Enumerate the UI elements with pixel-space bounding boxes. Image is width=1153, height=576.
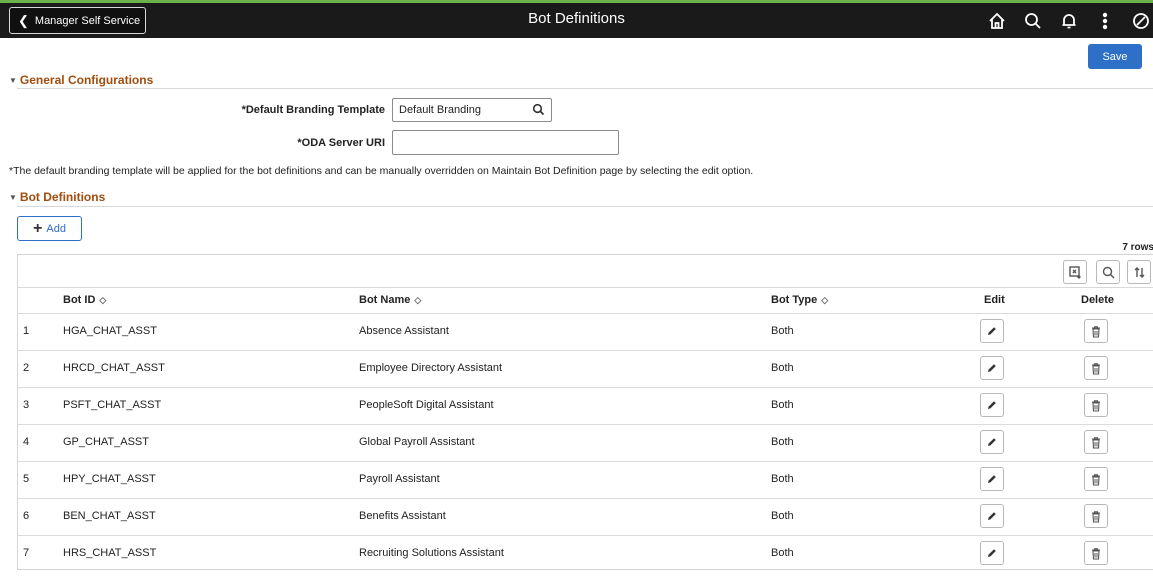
bot-id-cell: HPY_CHAT_ASST (63, 473, 156, 485)
column-header-bot-type[interactable]: Bot Type ◇ (771, 294, 828, 306)
edit-pencil-icon[interactable] (980, 356, 1004, 380)
row-number: 2 (23, 362, 30, 374)
oda-server-uri-input[interactable] (392, 130, 619, 155)
bot-id-cell: HRCD_CHAT_ASST (63, 362, 165, 374)
header-divider (17, 287, 1153, 288)
table-row: 6 BEN_CHAT_ASST Benefits Assistant Both (17, 498, 1153, 534)
column-label: Bot ID (63, 294, 96, 306)
column-header-bot-id[interactable]: Bot ID ◇ (63, 294, 106, 306)
edit-pencil-icon[interactable] (980, 467, 1004, 491)
delete-trash-icon[interactable] (1084, 467, 1108, 491)
lookup-search-icon[interactable] (532, 103, 545, 119)
branding-note: *The default branding template will be a… (9, 165, 754, 177)
edit-pencil-icon[interactable] (980, 541, 1004, 565)
collapse-triangle-icon: ▼ (9, 192, 17, 202)
oda-server-uri-label: *ODA Server URI (297, 137, 385, 149)
bot-definitions-header[interactable]: ▼ Bot Definitions (9, 190, 105, 204)
branding-template-label: *Default Branding Template (241, 104, 385, 116)
bot-id-cell: HGA_CHAT_ASST (63, 325, 157, 337)
table-row: 5 HPY_CHAT_ASST Payroll Assistant Both (17, 461, 1153, 497)
bot-type-cell: Both (771, 473, 794, 485)
delete-trash-icon[interactable] (1084, 541, 1108, 565)
branding-template-input[interactable]: Default Branding (392, 98, 552, 122)
delete-trash-icon[interactable] (1084, 319, 1108, 343)
download-excel-icon[interactable] (1063, 260, 1087, 284)
delete-trash-icon[interactable] (1084, 430, 1108, 454)
bot-name-cell: Benefits Assistant (359, 510, 446, 522)
row-count: 7 rows (1122, 242, 1153, 253)
sort-icon[interactable] (1127, 260, 1151, 284)
bot-name-cell: Employee Directory Assistant (359, 362, 503, 374)
bot-type-cell: Both (771, 547, 794, 559)
sort-diamond-icon[interactable]: ◇ (414, 295, 421, 306)
section-divider (17, 206, 1153, 207)
edit-pencil-icon[interactable] (980, 504, 1004, 528)
add-button-label: Add (46, 222, 66, 235)
top-banner: ❮ Manager Self Service Bot Definitions (0, 0, 1153, 38)
bot-name-cell: Recruiting Solutions Assistant (359, 547, 504, 559)
edit-pencil-icon[interactable] (980, 319, 1004, 343)
grid-search-icon[interactable] (1096, 260, 1120, 284)
branding-template-value: Default Branding (399, 104, 481, 116)
bot-type-cell: Both (771, 325, 794, 337)
row-number: 6 (23, 510, 30, 522)
general-configurations-header[interactable]: ▼ General Configurations (9, 73, 153, 87)
row-number: 4 (23, 436, 30, 448)
table-row: 4 GP_CHAT_ASST Global Payroll Assistant … (17, 424, 1153, 460)
sort-diamond-icon[interactable]: ◇ (821, 295, 828, 306)
bot-name-cell: Global Payroll Assistant (359, 436, 475, 448)
bot-type-cell: Both (771, 510, 794, 522)
bot-id-cell: GP_CHAT_ASST (63, 436, 149, 448)
row-number: 5 (23, 473, 30, 485)
home-icon[interactable] (979, 7, 1015, 35)
bot-type-cell: Both (771, 399, 794, 411)
edit-pencil-icon[interactable] (980, 393, 1004, 417)
navbar-icon[interactable] (1123, 7, 1153, 35)
section-title: Bot Definitions (19, 190, 106, 204)
column-label: Bot Name (359, 294, 411, 306)
collapse-triangle-icon: ▼ (9, 75, 17, 85)
bot-type-cell: Both (771, 362, 794, 374)
bot-name-cell: PeopleSoft Digital Assistant (359, 399, 494, 411)
actions-menu-icon[interactable] (1087, 7, 1123, 35)
save-button[interactable]: Save (1088, 44, 1142, 69)
column-header-edit: Edit (984, 294, 1005, 306)
bot-id-cell: BEN_CHAT_ASST (63, 510, 156, 522)
row-number: 3 (23, 399, 30, 411)
bot-id-cell: PSFT_CHAT_ASST (63, 399, 162, 411)
plus-icon: + (33, 219, 43, 237)
table-row: 1 HGA_CHAT_ASST Absence Assistant Both (17, 313, 1153, 349)
section-title: General Configurations (19, 73, 154, 87)
bot-name-cell: Absence Assistant (359, 325, 449, 337)
section-divider (17, 88, 1153, 89)
column-header-delete: Delete (1081, 294, 1115, 306)
edit-pencil-icon[interactable] (980, 430, 1004, 454)
notification-bell-icon[interactable] (1051, 7, 1087, 35)
delete-trash-icon[interactable] (1084, 504, 1108, 528)
bot-name-cell: Payroll Assistant (359, 473, 440, 485)
row-number: 1 (23, 325, 30, 337)
add-button[interactable]: + Add (17, 216, 82, 241)
table-row: 2 HRCD_CHAT_ASST Employee Directory Assi… (17, 350, 1153, 386)
search-icon[interactable] (1015, 7, 1051, 35)
delete-trash-icon[interactable] (1084, 393, 1108, 417)
column-label: Bot Type (771, 294, 818, 306)
sort-diamond-icon[interactable]: ◇ (99, 295, 106, 306)
row-number: 7 (23, 547, 30, 559)
table-row: 3 PSFT_CHAT_ASST PeopleSoft Digital Assi… (17, 387, 1153, 423)
bot-type-cell: Both (771, 436, 794, 448)
table-row: 7 HRS_CHAT_ASST Recruiting Solutions Ass… (17, 535, 1153, 571)
bot-id-cell: HRS_CHAT_ASST (63, 547, 157, 559)
column-header-bot-name[interactable]: Bot Name ◇ (359, 294, 421, 306)
delete-trash-icon[interactable] (1084, 356, 1108, 380)
